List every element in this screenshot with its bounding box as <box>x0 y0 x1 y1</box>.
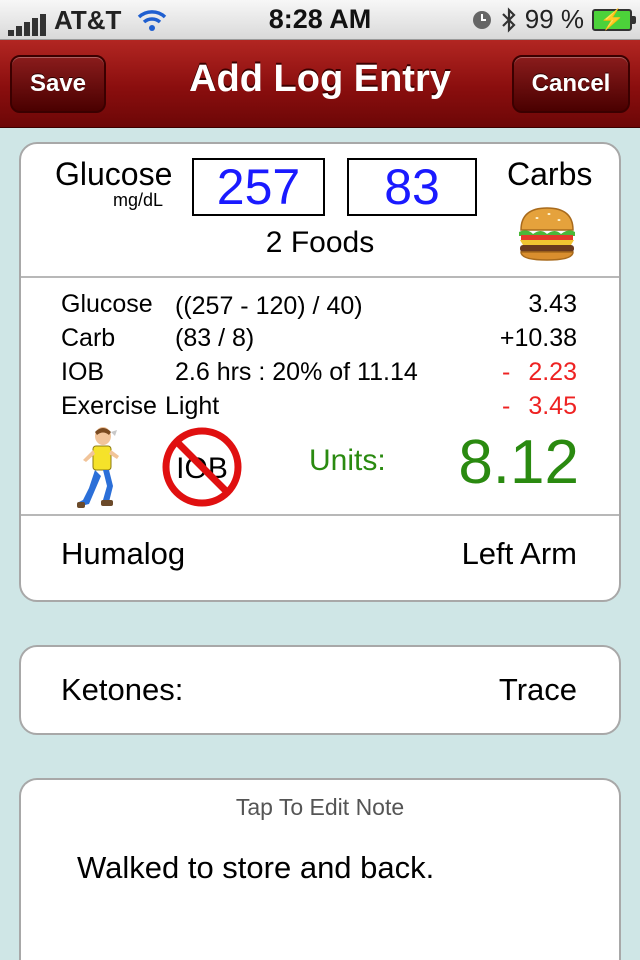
glucose-label: Glucose <box>55 156 173 192</box>
calc-row-formula: 2.6 hrs : 20% of 11.14 <box>175 358 418 386</box>
runner-icon[interactable] <box>77 426 123 510</box>
calc-row-formula: ((257 - 120) / 40) <box>175 292 363 320</box>
glucose-unit: mg/dL <box>113 190 164 210</box>
status-bar: AT&T 8:28 AM 99 % ⚡ <box>0 0 640 40</box>
note-hint: Tap To Edit Note <box>235 794 405 820</box>
ketones-row[interactable]: Ketones: Trace <box>19 645 621 735</box>
clock-icon <box>472 10 491 29</box>
calc-row-value: -3.45 <box>502 392 577 420</box>
navigation-bar: Save Add Log Entry Cancel <box>0 40 640 128</box>
ketones-label: Ketones: <box>61 672 184 707</box>
battery-percent: 99 % <box>524 4 584 34</box>
carbs-input[interactable]: 83 <box>347 158 477 216</box>
units-label: Units: <box>309 444 386 477</box>
calc-row-value: 3.43 <box>528 290 577 318</box>
carbs-label: Carbs <box>507 156 593 192</box>
divider <box>21 514 619 516</box>
injection-site[interactable]: Left Arm <box>462 536 577 572</box>
entry-card: Glucose mg/dL 257 83 Carbs 2 Foods Gluco… <box>19 142 621 602</box>
calc-row-label: Carb <box>61 324 116 352</box>
note-card[interactable]: Tap To Edit Note Walked to store and bac… <box>19 778 621 960</box>
calc-row-formula: Light <box>165 392 220 420</box>
calc-row-formula: (83 / 8) <box>175 324 255 352</box>
ketones-value: Trace <box>498 672 577 707</box>
units-value: 8.12 <box>458 428 579 497</box>
divider <box>21 276 619 278</box>
foods-link[interactable]: 2 Foods <box>21 226 619 260</box>
calc-row-value: +10.38 <box>499 324 577 352</box>
calc-row-label: IOB <box>61 358 105 386</box>
note-text[interactable]: Walked to store and back. <box>77 850 434 886</box>
insulin-type[interactable]: Humalog <box>61 536 185 572</box>
no-iob-icon[interactable]: IOB <box>160 425 244 509</box>
bluetooth-icon <box>501 6 516 33</box>
calc-row-label: Exercise <box>61 392 157 420</box>
calc-row-label: Glucose <box>61 290 153 318</box>
glucose-input[interactable]: 257 <box>192 158 325 216</box>
battery-icon: ⚡ <box>592 8 636 31</box>
cancel-button[interactable]: Cancel <box>512 55 630 113</box>
calc-row-value: -2.23 <box>502 358 577 386</box>
